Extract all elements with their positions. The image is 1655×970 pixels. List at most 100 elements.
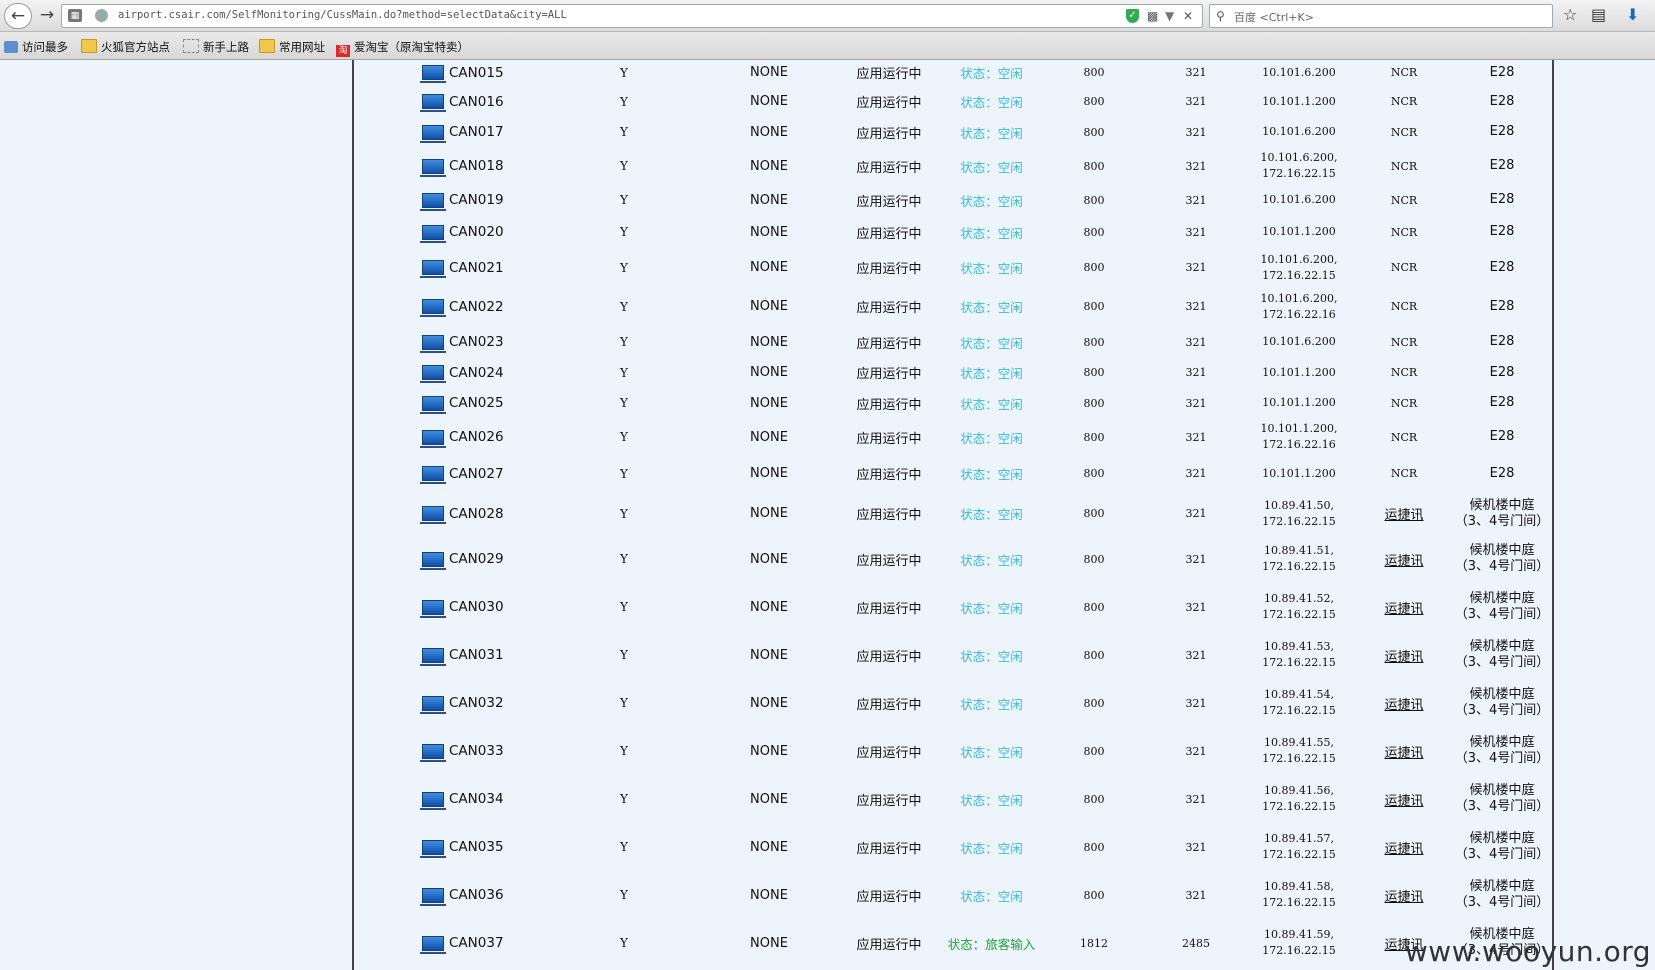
ip-line: 172.16.22.15 [1262,800,1336,813]
kiosk-name[interactable]: CAN032 [420,679,612,727]
error-code: NONE [750,224,788,240]
watermark: www.wooyun.org [1404,935,1651,968]
ip-line: 10.101.6.200, [1260,252,1338,266]
kiosk-name[interactable]: CAN025 [420,387,612,419]
table-row[interactable]: CAN035 Y NONE 应用运行中 状态：空闲 800 321 10.89.41.57, 1… [354,823,1552,871]
vendor: NCR [1390,396,1418,410]
kiosk-name[interactable]: CAN024 [420,358,612,387]
ip-line: 172.16.22.16 [1262,438,1336,451]
ip-line: 10.89.41.54, [1264,688,1334,701]
table-row[interactable]: CAN037 Y NONE 应用运行中 状态：旅客输入 1812 2485 10.89.41.… [354,919,1552,967]
table-row[interactable]: CAN025 Y NONE 应用运行中 状态：空闲 800 321 10.101.1.200 N… [354,387,1552,419]
ip-line: 10.89.41.52, [1264,592,1334,605]
kiosk-location: 候机楼中庭 （3、4号门间） [1447,492,1557,535]
kiosk-name[interactable]: CAN033 [420,727,612,775]
back-button[interactable]: ← [4,3,32,29]
bookmark-most-visited[interactable]: 访问最多 [4,39,68,55]
table-row[interactable]: CAN019 Y NONE 应用运行中 状态：空闲 800 321 10.101.6.200 N… [354,184,1552,216]
bookmark-star-icon[interactable]: ☆ [1563,5,1577,25]
address-bar[interactable]: ▦ airport.csair.com/SelfMonitoring/CussM… [61,4,1203,28]
ip-line: 172.16.22.15 [1262,514,1336,528]
table-row[interactable]: CAN021 Y NONE 应用运行中 状态：空闲 800 321 10.101.6.200,… [354,248,1552,287]
kiosk-name[interactable]: CAN015 [420,58,612,87]
table-row[interactable]: CAN034 Y NONE 应用运行中 状态：空闲 800 321 10.89.41.56, 1… [354,775,1552,823]
vendor: 运捷讯 [1384,841,1424,857]
table-row[interactable]: CAN018 Y NONE 应用运行中 状态：空闲 800 321 10.101.6.200,… [354,148,1552,184]
page-info-icon[interactable]: ▦ [68,9,82,22]
kiosk-name[interactable]: CAN037 [420,919,612,967]
table-row[interactable]: CAN023 Y NONE 应用运行中 状态：空闲 800 321 10.101.6.200 N… [354,326,1552,358]
location-line: E28 [1489,334,1515,349]
count-a: 800 [1083,888,1105,902]
kiosk-name[interactable]: CAN020 [420,216,612,248]
monitor-icon [420,192,446,211]
count-a: 800 [1083,507,1105,520]
monitor-icon [420,887,446,906]
kiosk-name[interactable]: CAN035 [420,823,612,871]
table-row[interactable]: CAN027 Y NONE 应用运行中 状态：空闲 800 321 10.101.1.200 N… [354,455,1552,492]
download-icon[interactable]: ⬇ [1626,5,1639,25]
table-row[interactable]: CAN030 Y NONE 应用运行中 状态：空闲 800 321 10.89.41.52, 1… [354,583,1552,631]
count-b: 321 [1185,744,1207,758]
table-row[interactable]: CAN032 Y NONE 应用运行中 状态：空闲 800 321 10.89.41.54, 1… [354,679,1552,727]
kiosk-name[interactable]: CAN019 [420,184,612,216]
kiosk-name[interactable]: CAN028 [420,492,612,535]
kiosk-name[interactable]: CAN018 [420,148,612,184]
count-b: 321 [1185,335,1207,349]
location-line: （3、4号门间） [1454,655,1550,670]
bookmarks-menu-icon[interactable]: ▤ [1591,5,1606,25]
error-code: NONE [750,599,788,615]
bookmark-ai-taobao[interactable]: 淘爱淘宝（原淘宝特卖） [336,39,469,57]
kiosk-status: 状态：空闲 [960,430,1023,446]
monitor-icon [420,260,446,278]
kiosk-name[interactable]: CAN022 [420,287,612,326]
count-b: 321 [1185,261,1207,274]
kiosk-name[interactable]: CAN023 [420,326,612,358]
kiosk-location: 候机楼中庭 （3、4号门间） [1447,679,1557,727]
count-b: 321 [1185,696,1207,710]
table-row[interactable]: CAN029 Y NONE 应用运行中 状态：空闲 800 321 10.89.41.51, 1… [354,535,1552,583]
kiosk-name[interactable]: CAN030 [420,583,612,631]
kiosk-name[interactable]: CAN034 [420,775,612,823]
ip-line: 172.16.22.15 [1262,656,1336,669]
close-icon[interactable]: ✕ [1183,9,1193,23]
kiosk-name[interactable]: CAN026 [420,419,612,455]
location-line: E28 [1489,64,1515,80]
forward-button[interactable]: → [34,3,60,27]
count-b: 321 [1185,125,1207,139]
table-row[interactable]: CAN015 Y NONE 应用运行中 状态：空闲 800 321 10.101.6.200 N… [354,58,1552,87]
table-row[interactable]: CAN020 Y NONE 应用运行中 状态：空闲 800 321 10.101.1.200 N… [354,216,1552,248]
kiosk-name[interactable]: CAN036 [420,871,612,919]
vendor: 运捷讯 [1384,508,1424,523]
table-row[interactable]: CAN016 Y NONE 应用运行中 状态：空闲 800 321 10.101.1.200 N… [354,87,1552,116]
url-text[interactable]: airport.csair.com/SelfMonitoring/CussMai… [118,9,567,21]
search-box[interactable]: ⚲ 百度 <Ctrl+K> [1209,4,1553,28]
count-b: 321 [1185,600,1207,614]
bookmark-firefox-official[interactable]: 火狐官方站点 [81,39,170,55]
kiosk-name[interactable]: CAN017 [420,116,612,148]
bookmark-getting-started[interactable]: 新手上路 [183,39,249,55]
enabled-flag: Y [620,552,628,566]
table-row[interactable]: CAN036 Y NONE 应用运行中 状态：空闲 800 321 10.89.41.58, 1… [354,871,1552,919]
kiosk-name[interactable]: CAN031 [420,631,612,679]
table-row[interactable]: CAN028 Y NONE 应用运行中 状态：空闲 800 321 10.89.41.50, 1… [354,492,1552,535]
kiosk-name[interactable]: CAN029 [420,535,612,583]
table-row[interactable]: CAN024 Y NONE 应用运行中 状态：空闲 800 321 10.101.1.200 N… [354,358,1552,387]
kiosk-status: 状态：空闲 [960,125,1023,141]
qr-code-icon[interactable]: ▩ [1147,9,1158,23]
enabled-flag: Y [620,648,628,662]
error-code: NONE [750,260,788,275]
count-b: 321 [1185,792,1207,806]
table-row[interactable]: CAN022 Y NONE 应用运行中 状态：空闲 800 321 10.101.6.200,… [354,287,1552,326]
table-row[interactable]: CAN031 Y NONE 应用运行中 状态：空闲 800 321 10.89.41.53, 1… [354,631,1552,679]
bookmark-common-sites[interactable]: 常用网址 [259,39,325,55]
kiosk-name[interactable]: CAN027 [420,455,612,492]
table-row[interactable]: CAN026 Y NONE 应用运行中 状态：空闲 800 321 10.101.1.200,… [354,419,1552,455]
shield-icon[interactable]: ✓ [1126,9,1139,23]
kiosk-name[interactable]: CAN016 [420,87,612,116]
table-row[interactable]: CAN033 Y NONE 应用运行中 状态：空闲 800 321 10.89.41.55, 1… [354,727,1552,775]
table-row[interactable]: CAN017 Y NONE 应用运行中 状态：空闲 800 321 10.101.6.200 N… [354,116,1552,148]
kiosk-name[interactable]: CAN021 [420,248,612,287]
location-line: E28 [1489,298,1515,314]
dropdown-arrow-icon[interactable]: ▼ [1165,9,1174,23]
